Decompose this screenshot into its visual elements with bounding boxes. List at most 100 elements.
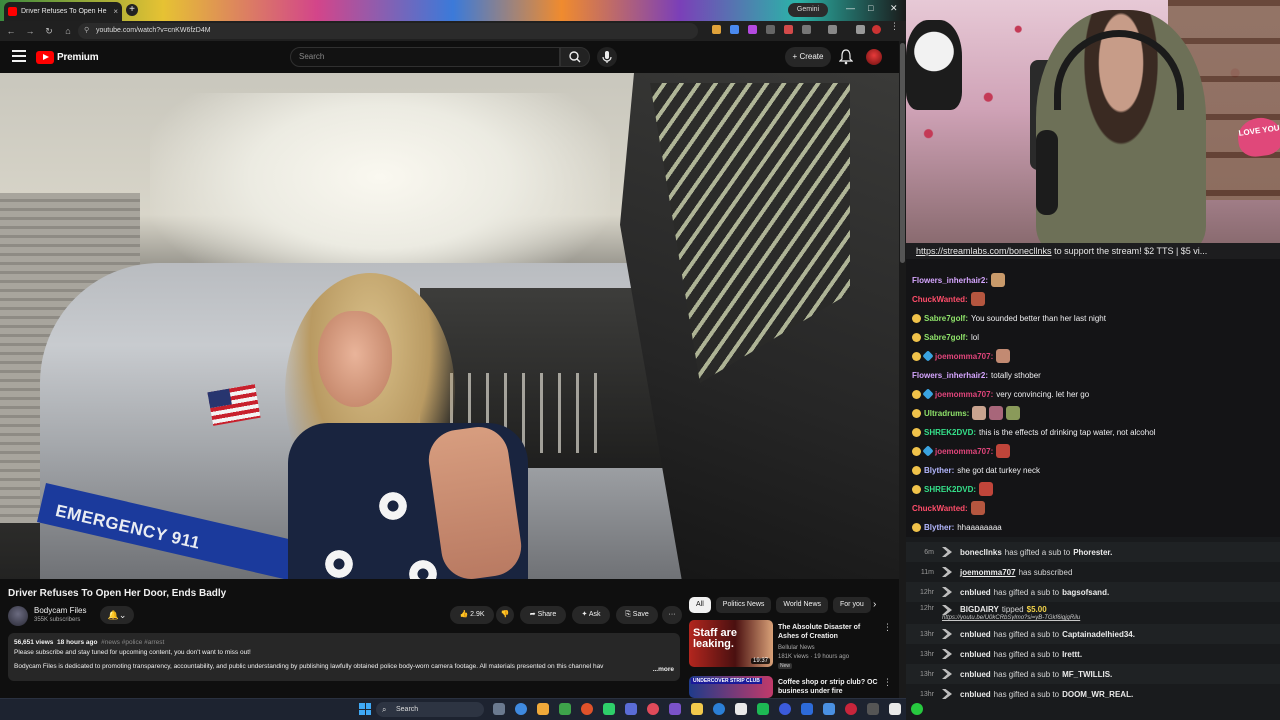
extension-icon[interactable] <box>766 25 775 34</box>
recommendation-menu-icon[interactable]: ⋮ <box>883 677 892 688</box>
taskbar-app-icon[interactable] <box>669 703 681 715</box>
chat-username[interactable]: joemomma707: <box>935 390 993 399</box>
event-user[interactable]: cnblued <box>960 690 991 699</box>
chip-world-news[interactable]: World News <box>776 597 829 613</box>
search-input[interactable]: Search <box>290 47 560 67</box>
chip-all[interactable]: All <box>689 597 711 613</box>
taskbar-app-icon[interactable] <box>867 703 879 715</box>
taskbar-app-icon[interactable] <box>625 703 637 715</box>
hashtags[interactable]: #news #police #arrest <box>101 639 164 646</box>
chip-for-you[interactable]: For you <box>833 597 871 613</box>
dislike-button[interactable]: 👎 <box>496 606 514 624</box>
tab-close-icon[interactable]: × <box>113 7 118 16</box>
recommendation-title[interactable]: Coffee shop or strip club? OC business u… <box>778 678 878 696</box>
event-user[interactable]: cnblued <box>960 630 991 639</box>
taskbar-app-icon[interactable] <box>559 703 571 715</box>
chat-username[interactable]: Ultradrums: <box>924 409 969 418</box>
event-user[interactable]: bonecllnks <box>960 548 1002 557</box>
event-user[interactable]: cnblued <box>960 588 991 597</box>
forward-icon[interactable]: → <box>22 26 38 36</box>
chat-username[interactable]: Flowers_inherhair2: <box>912 276 988 285</box>
profile-icon[interactable] <box>872 25 881 34</box>
chat-username[interactable]: ChuckWanted: <box>912 504 968 513</box>
recommendation-thumbnail[interactable]: UNDERCOVER STRIP CLUB <box>689 676 773 698</box>
ask-button[interactable]: ✦ Ask <box>572 606 610 624</box>
search-button[interactable] <box>560 47 590 67</box>
chat-username[interactable]: Sabre7golf: <box>924 314 968 323</box>
recommendation-menu-icon[interactable]: ⋮ <box>883 622 892 633</box>
sidebar-icon[interactable] <box>828 25 837 34</box>
ticker-link[interactable]: https://streamlabs.com/bonecllnks <box>916 246 1052 256</box>
event-recipient[interactable]: bagsofsand. <box>1062 588 1109 597</box>
extension-icon[interactable] <box>784 25 793 34</box>
extensions-puzzle-icon[interactable] <box>802 25 811 34</box>
taskbar-app-icon[interactable] <box>735 703 747 715</box>
like-button[interactable]: 👍 2.9K <box>450 606 494 624</box>
taskbar-app-icon[interactable] <box>757 703 769 715</box>
event-recipient[interactable]: Captainadelhied34. <box>1062 630 1135 639</box>
browser-tab[interactable]: Driver Refuses To Open He × <box>4 2 122 21</box>
chip-politics-news[interactable]: Politics News <box>715 597 772 613</box>
taskbar-app-icon[interactable] <box>889 703 901 715</box>
event-user[interactable]: cnblued <box>960 670 991 679</box>
chat-username[interactable]: Flowers_inherhair2: <box>912 371 988 380</box>
extension-icon[interactable] <box>712 25 721 34</box>
youtube-logo[interactable]: Premium <box>36 50 99 64</box>
reload-icon[interactable]: ↻ <box>41 26 57 37</box>
taskbar-app-icon[interactable] <box>493 703 505 715</box>
taskbar-search[interactable]: ⌕ Search <box>376 702 484 717</box>
chat-username[interactable]: SHREK2DVD: <box>924 428 976 437</box>
taskbar-app-icon[interactable] <box>713 703 725 715</box>
downloads-icon[interactable] <box>856 25 865 34</box>
taskbar-app-icon[interactable] <box>911 703 923 715</box>
notifications-bell-icon[interactable] <box>839 49 853 65</box>
event-user[interactable]: joemomma707 <box>960 568 1016 577</box>
close-window-icon[interactable]: ✕ <box>890 3 898 14</box>
channel-name[interactable]: Bodycam Files <box>34 606 86 615</box>
event-user[interactable]: cnblued <box>960 650 991 659</box>
taskbar-app-icon[interactable] <box>823 703 835 715</box>
home-icon[interactable]: ⌂ <box>60 26 76 36</box>
subscribed-bell-button[interactable]: 🔔⌄ <box>100 606 134 624</box>
chat-username[interactable]: Blyther: <box>924 466 954 475</box>
event-recipient[interactable]: Irettt. <box>1062 650 1082 659</box>
event-recipient[interactable]: Phorester. <box>1073 548 1112 557</box>
channel-avatar[interactable] <box>8 606 28 626</box>
taskbar-app-icon[interactable] <box>779 703 791 715</box>
taskbar-app-icon[interactable] <box>603 703 615 715</box>
maximize-icon[interactable]: □ <box>868 3 873 13</box>
tip-link[interactable]: https://youtu.be/U0kCRbSylmo?si=yB-TGkf6… <box>942 615 1080 621</box>
recommendation-thumbnail[interactable]: Staff are leaking. 19:37 <box>689 620 773 667</box>
menu-kebab-icon[interactable]: ⋮ <box>890 21 899 31</box>
video-player[interactable]: EMERGENCY 911 <box>0 73 900 579</box>
taskbar-app-icon[interactable] <box>691 703 703 715</box>
chat-username[interactable]: Blyther: <box>924 523 954 532</box>
menu-hamburger-icon[interactable] <box>12 50 26 62</box>
taskbar-app-icon[interactable] <box>647 703 659 715</box>
save-button[interactable]: ⎘ Save <box>616 606 658 624</box>
recommendation-title[interactable]: The Absolute Disaster of Ashes of Creati… <box>778 623 878 641</box>
show-more-link[interactable]: ...more <box>648 665 674 675</box>
address-bar[interactable]: ⚲ youtube.com/watch?v=cnKW6fzD4M <box>78 23 698 39</box>
taskbar-app-icon[interactable] <box>515 703 527 715</box>
minimize-icon[interactable]: — <box>846 3 855 13</box>
chat-username[interactable]: Sabre7golf: <box>924 333 968 342</box>
chat-username[interactable]: SHREK2DVD: <box>924 485 976 494</box>
create-button[interactable]: + Create <box>785 47 831 67</box>
share-button[interactable]: ➦ Share <box>520 606 566 624</box>
page-scrollbar[interactable] <box>899 41 906 698</box>
more-actions-button[interactable]: ··· <box>662 606 682 624</box>
taskbar-app-icon[interactable] <box>537 703 549 715</box>
extension-icon[interactable] <box>730 25 739 34</box>
chevron-right-icon[interactable]: › <box>873 599 876 610</box>
description-box[interactable]: 56,651 views 18 hours ago #news #police … <box>8 633 680 681</box>
taskbar-app-icon[interactable] <box>801 703 813 715</box>
account-avatar[interactable] <box>866 49 882 65</box>
chat-username[interactable]: ChuckWanted: <box>912 295 968 304</box>
new-tab-button[interactable]: + <box>126 4 138 16</box>
back-icon[interactable]: ← <box>3 26 19 36</box>
chat-username[interactable]: joemomma707: <box>935 447 993 456</box>
taskbar-app-icon[interactable] <box>581 703 593 715</box>
taskbar-app-icon[interactable] <box>845 703 857 715</box>
windows-start-icon[interactable] <box>359 703 371 715</box>
